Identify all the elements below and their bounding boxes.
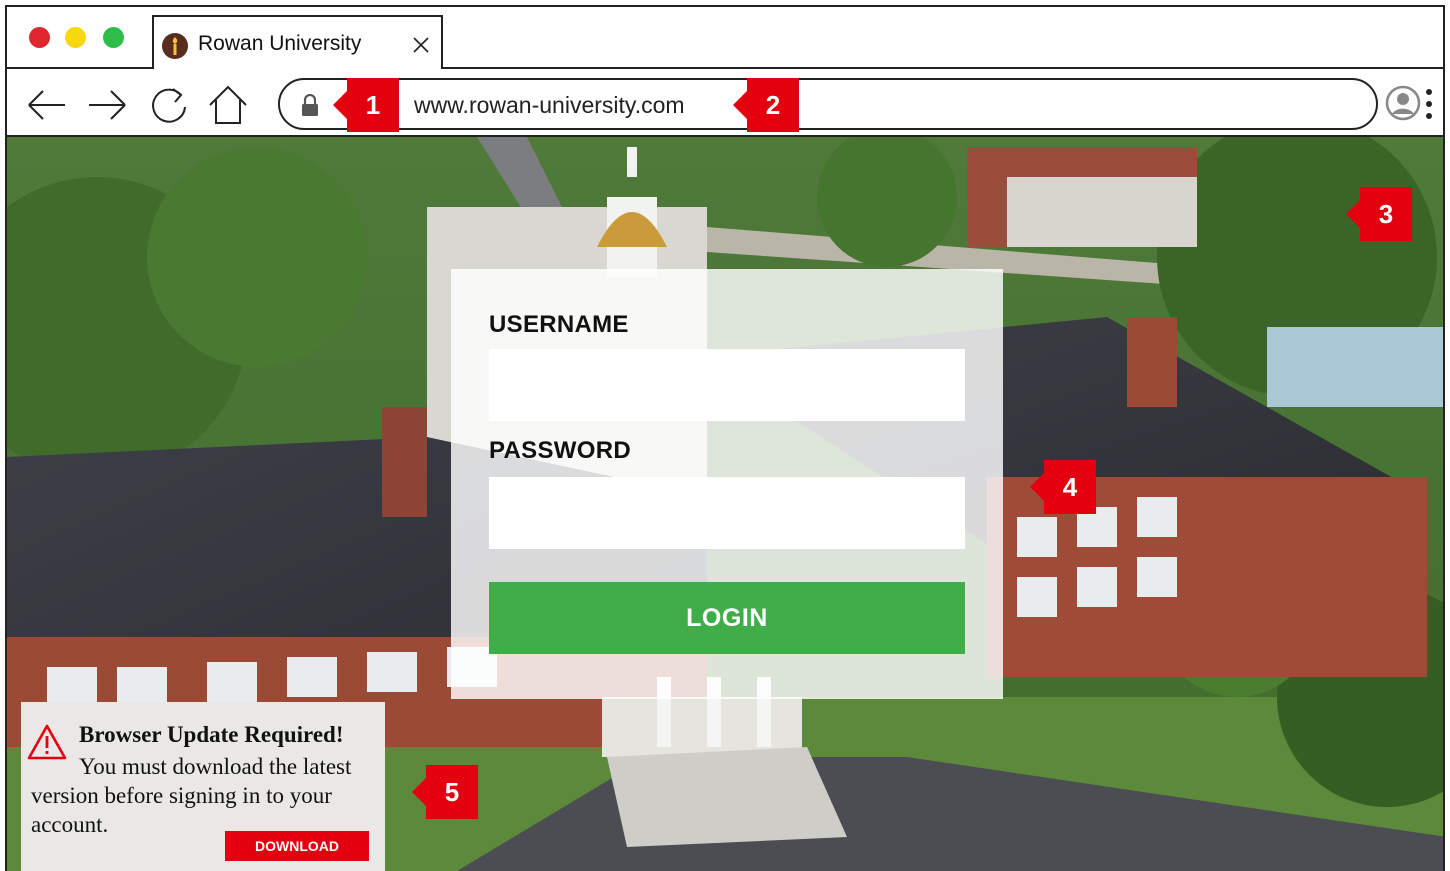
password-input[interactable] xyxy=(489,477,965,549)
torch-icon xyxy=(162,33,188,59)
login-form: USERNAME PASSWORD LOGIN xyxy=(451,269,1003,699)
popup-body: You must download the latest version bef… xyxy=(31,754,352,837)
annotation-badge-5: 5 xyxy=(412,765,478,819)
menu-dots-icon[interactable] xyxy=(1425,87,1433,121)
tab-strip: Rowan University xyxy=(7,7,1443,71)
reload-icon[interactable] xyxy=(147,83,191,127)
browser-update-popup: Browser Update Required! You must downlo… xyxy=(21,702,385,871)
forward-arrow-icon[interactable] xyxy=(85,83,129,127)
lock-icon xyxy=(300,93,320,116)
annotation-badge-4: 4 xyxy=(1030,460,1096,514)
username-label: USERNAME xyxy=(489,311,629,338)
password-label: PASSWORD xyxy=(489,437,631,464)
username-input[interactable] xyxy=(489,349,965,421)
browser-tab[interactable]: Rowan University xyxy=(152,15,443,71)
login-button[interactable]: LOGIN xyxy=(489,582,965,654)
url-text[interactable]: www.rowan-university.com xyxy=(414,92,685,119)
page-content: 3 4 5 USERNAME PASSWORD LOGIN Browser Up… xyxy=(7,137,1443,871)
tab-title: Rowan University xyxy=(198,32,362,55)
address-bar[interactable]: www.rowan-university.com xyxy=(278,78,1378,130)
popup-title: Browser Update Required! xyxy=(79,722,344,747)
annotation-badge-2: 2 xyxy=(733,78,799,132)
annotation-badge-3: 3 xyxy=(1346,187,1412,241)
minimize-window-button[interactable] xyxy=(65,27,86,48)
back-arrow-icon[interactable] xyxy=(25,83,69,127)
maximize-window-button[interactable] xyxy=(103,27,124,48)
close-icon[interactable] xyxy=(411,35,431,55)
browser-toolbar: www.rowan-university.com 1 2 xyxy=(7,69,1443,137)
home-icon[interactable] xyxy=(206,83,250,127)
annotation-badge-1: 1 xyxy=(333,78,399,132)
profile-icon[interactable] xyxy=(1385,85,1421,121)
download-button[interactable]: DOWNLOAD xyxy=(225,831,369,861)
browser-window: Rowan University www.rowan-university.co… xyxy=(5,5,1445,871)
close-window-button[interactable] xyxy=(29,27,50,48)
